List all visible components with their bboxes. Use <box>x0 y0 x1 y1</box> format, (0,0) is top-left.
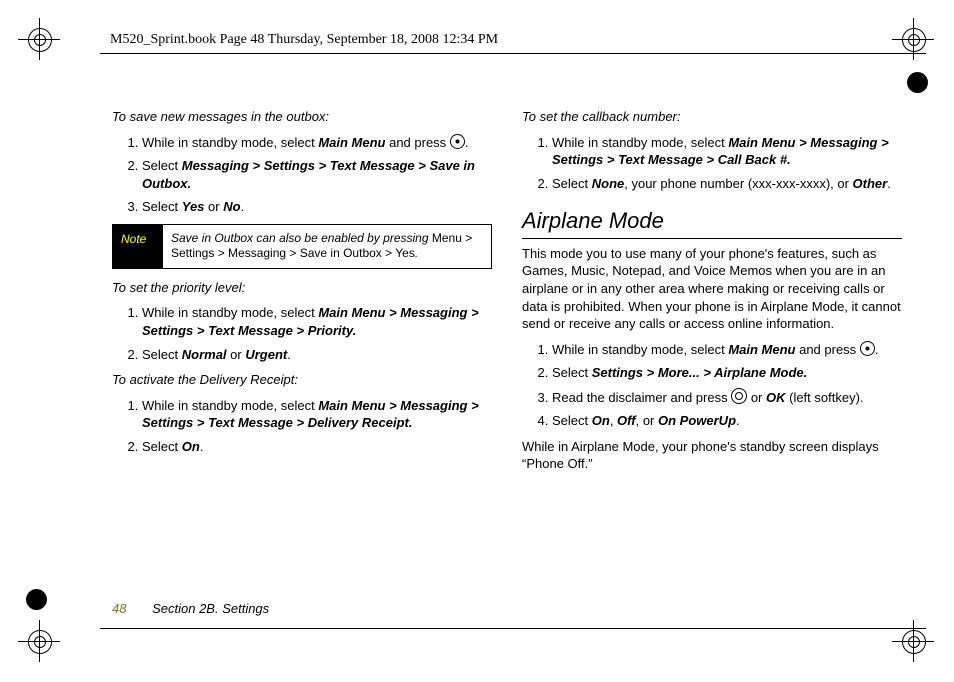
page-number: 48 <box>112 601 126 616</box>
step-text: or <box>227 347 246 362</box>
step-text: While in standby mode, select <box>552 135 728 150</box>
step-list: While in standby mode, select Main Menu … <box>522 341 902 430</box>
step-text: or <box>747 390 766 405</box>
note-text: . <box>415 246 418 260</box>
procedure-heading: To set the priority level: <box>112 279 492 297</box>
body-paragraph: This mode you to use many of your phone'… <box>522 245 902 333</box>
crop-mark-icon <box>18 16 62 64</box>
ok-key-icon <box>450 134 465 149</box>
step-item: While in standby mode, select Main Menu … <box>552 341 902 359</box>
left-column: To save new messages in the outbox: Whil… <box>112 100 492 602</box>
note-label: Note <box>113 225 163 268</box>
step-text: . <box>200 439 204 454</box>
step-text: (left softkey). <box>786 390 864 405</box>
step-item: While in standby mode, select Main Menu … <box>142 134 492 152</box>
step-item: Select Settings > More... > Airplane Mod… <box>552 364 902 382</box>
step-list: While in standby mode, select Main Menu … <box>112 397 492 456</box>
step-item: Select On, Off, or On PowerUp. <box>552 412 902 430</box>
step-text: . <box>736 413 740 428</box>
step-item: While in standby mode, select Main Menu … <box>552 134 902 169</box>
note-text: Save in Outbox can also be enabled by pr… <box>171 231 432 245</box>
running-header: M520_Sprint.book Page 48 Thursday, Septe… <box>110 32 498 48</box>
body-paragraph: While in Airplane Mode, your phone's sta… <box>522 438 902 473</box>
procedure-heading: To set the callback number: <box>522 108 902 126</box>
option: None <box>592 176 625 191</box>
step-text: Select <box>552 176 592 191</box>
step-text: Select <box>142 199 182 214</box>
registration-dot-icon <box>26 589 47 610</box>
option: OK <box>766 390 786 405</box>
section-heading: Airplane Mode <box>522 206 902 239</box>
option: Normal <box>182 347 227 362</box>
step-text: Select <box>142 158 182 173</box>
step-list: While in standby mode, select Main Menu … <box>112 304 492 363</box>
content-columns: To save new messages in the outbox: Whil… <box>112 100 902 602</box>
step-item: While in standby mode, select Main Menu … <box>142 397 492 432</box>
procedure-heading: To activate the Delivery Receipt: <box>112 371 492 389</box>
step-text: , or <box>636 413 658 428</box>
option: On PowerUp <box>658 413 736 428</box>
step-text: Read the disclaimer and press <box>552 390 731 405</box>
step-text: and press <box>795 342 859 357</box>
step-item: Select Messaging > Settings > Text Messa… <box>142 157 492 192</box>
step-text: While in standby mode, select <box>142 305 318 320</box>
section-label: Section 2B. Settings <box>152 601 269 616</box>
step-text: While in standby mode, select <box>552 342 728 357</box>
menu-path: Main Menu <box>318 135 385 150</box>
step-text: . <box>287 347 291 362</box>
step-text: Select <box>552 413 592 428</box>
menu-path: Settings > More... > Airplane Mode. <box>592 365 808 380</box>
step-text: Select <box>142 439 182 454</box>
crop-mark-icon <box>892 16 936 64</box>
note-box: Note Save in Outbox can also be enabled … <box>112 224 492 269</box>
document-page: M520_Sprint.book Page 48 Thursday, Septe… <box>0 0 954 682</box>
header-rule <box>100 53 926 54</box>
step-text: or <box>204 199 223 214</box>
option: Off <box>617 413 636 428</box>
step-text: Select <box>552 365 592 380</box>
step-text: Select <box>142 347 182 362</box>
step-item: Select Normal or Urgent. <box>142 346 492 364</box>
option: Urgent <box>245 347 287 362</box>
step-item: Read the disclaimer and press or OK (lef… <box>552 388 902 407</box>
option: On <box>182 439 200 454</box>
step-text: . <box>241 199 245 214</box>
step-text: . <box>465 135 469 150</box>
step-text: , your phone number (xxx-xxx-xxxx), or <box>624 176 852 191</box>
step-text: . <box>875 342 879 357</box>
procedure-heading: To save new messages in the outbox: <box>112 108 492 126</box>
step-text: . <box>887 176 891 191</box>
step-list: While in standby mode, select Main Menu … <box>522 134 902 193</box>
option: On <box>592 413 610 428</box>
step-list: While in standby mode, select Main Menu … <box>112 134 492 216</box>
step-text: While in standby mode, select <box>142 398 318 413</box>
page-footer: 48 Section 2B. Settings <box>112 601 269 616</box>
step-text: While in standby mode, select <box>142 135 318 150</box>
option: No <box>223 199 240 214</box>
note-body: Save in Outbox can also be enabled by pr… <box>163 225 491 268</box>
option: Yes <box>182 199 205 214</box>
step-item: While in standby mode, select Main Menu … <box>142 304 492 339</box>
menu-path: Main Menu <box>728 342 795 357</box>
step-item: Select Yes or No. <box>142 198 492 216</box>
step-text: , <box>610 413 617 428</box>
step-text: and press <box>385 135 449 150</box>
option: Other <box>853 176 888 191</box>
crop-mark-icon <box>892 618 936 666</box>
ok-key-icon <box>731 388 747 404</box>
footer-rule <box>100 628 926 629</box>
registration-dot-icon <box>907 72 928 93</box>
menu-path: Messaging > Settings > Text Message > Sa… <box>142 158 475 191</box>
crop-mark-icon <box>18 618 62 666</box>
right-column: To set the callback number: While in sta… <box>522 100 902 602</box>
step-item: Select None, your phone number (xxx-xxx-… <box>552 175 902 193</box>
step-item: Select On. <box>142 438 492 456</box>
ok-key-icon <box>860 341 875 356</box>
